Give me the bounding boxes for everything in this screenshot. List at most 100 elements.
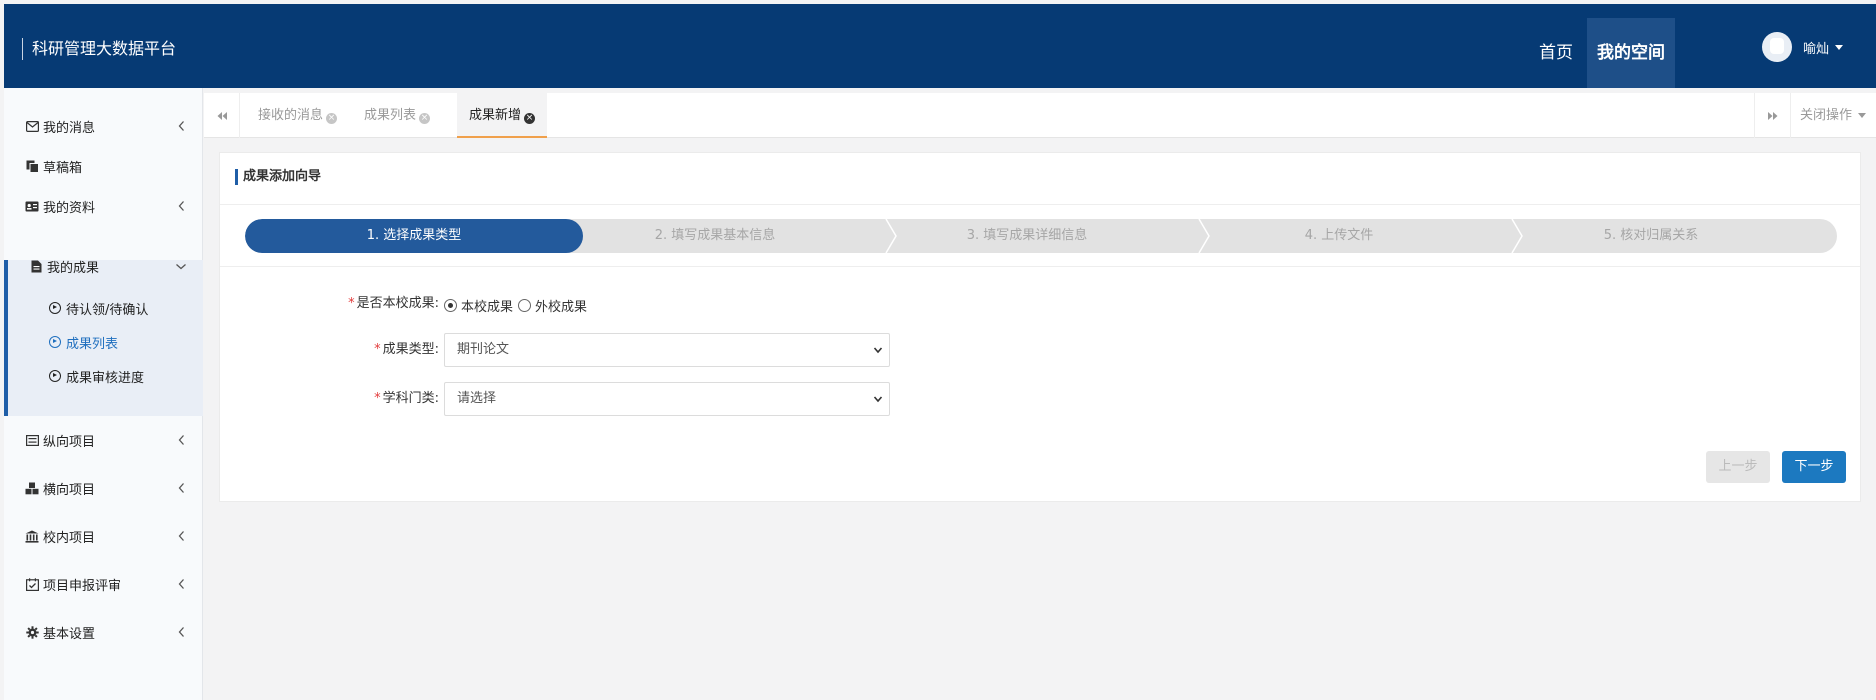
wizard-step-4: 4. 上传文件 — [1304, 228, 1374, 243]
required-mark: * — [374, 342, 381, 357]
wizard-step-5: 5. 核对归属关系 — [1603, 228, 1699, 243]
close-icon[interactable]: × — [326, 113, 338, 124]
close-operations-label: 关闭操作 — [1800, 108, 1853, 123]
subject-category-row: * 学科门类: 请选择 — [220, 382, 1860, 416]
prev-step-button[interactable]: 上一步 — [1706, 451, 1770, 483]
sidebar-sub-item-label: 待认领/待确认 — [66, 302, 149, 318]
sidebar-item-achievements[interactable]: 我的成果 — [4, 254, 203, 278]
backward-icon — [217, 111, 227, 120]
wizard-step-2: 2. 填写成果基本信息 — [654, 228, 776, 243]
chevron-left-icon — [178, 201, 184, 211]
sidebar-item-label: 基本设置 — [43, 626, 96, 642]
close-icon[interactable]: × — [524, 113, 536, 124]
close-icon[interactable]: × — [419, 113, 431, 124]
top-header: 科研管理大数据平台 首页 我的空间 喻灿 — [4, 4, 1876, 88]
sidebar-item-label: 纵向项目 — [43, 434, 96, 450]
tab-received-messages[interactable]: 接收的消息 × — [246, 93, 349, 138]
sidebar-item-label: 校内项目 — [43, 530, 96, 546]
tabs-scroll-right-button[interactable] — [1754, 93, 1790, 138]
school-achievement-radios: 本校成果 外校成果 — [444, 296, 587, 315]
select-value: 请选择 — [457, 391, 497, 406]
nav-my-space[interactable]: 我的空间 — [1587, 18, 1675, 88]
sidebar-item-label: 项目申报评审 — [43, 578, 122, 594]
gear-icon — [25, 625, 39, 639]
chevron-down-icon — [1835, 44, 1844, 50]
sidebar-item-profile[interactable]: 我的资料 — [4, 194, 203, 218]
sidebar-item-label: 我的资料 — [43, 200, 96, 216]
label-text: 是否本校成果: — [356, 296, 439, 311]
tab-achievement-list[interactable]: 成果列表 × — [352, 93, 442, 138]
sidebar-item-horizontal-projects[interactable]: 横向项目 — [4, 476, 203, 500]
school-achievement-row: * 是否本校成果: 本校成果 外校成果 — [220, 287, 1860, 321]
app-frame: 科研管理大数据平台 首页 我的空间 喻灿 我的消息 草稿箱 我的资料 我的成果 … — [4, 4, 1876, 700]
step-separator — [885, 219, 897, 253]
sidebar-item-vertical-projects[interactable]: 纵向项目 — [4, 428, 203, 452]
chevron-down-icon — [1858, 113, 1867, 118]
file-icon — [29, 259, 43, 273]
sidebar-sub-item-label: 成果审核进度 — [66, 370, 145, 386]
sidebar-item-campus-projects[interactable]: 校内项目 — [4, 524, 203, 548]
nav-home[interactable]: 首页 — [1528, 18, 1584, 88]
forward-icon — [1767, 111, 1777, 120]
sidebar-group-achievements: 我的成果 待认领/待确认 成果列表 成果审核进度 — [4, 260, 203, 416]
subject-category-select[interactable]: 请选择 — [444, 382, 890, 416]
achievement-type-label: * 成果类型: — [374, 333, 439, 367]
tab-label: 成果列表 — [364, 108, 417, 123]
radio-label[interactable]: 外校成果 — [535, 296, 587, 315]
radio-label[interactable]: 本校成果 — [461, 296, 513, 315]
chevron-down-icon — [873, 396, 883, 403]
radio-own-school[interactable] — [444, 299, 457, 312]
label-text: 学科门类: — [382, 391, 439, 406]
select-value: 期刊论文 — [457, 342, 510, 357]
play-circle-icon — [49, 370, 61, 382]
id-card-icon — [25, 199, 39, 213]
user-name: 喻灿 — [1803, 41, 1830, 57]
copy-icon — [25, 159, 39, 173]
required-mark: * — [348, 296, 355, 311]
wizard-steps: 2. 填写成果基本信息 3. 填写成果详细信息 4. 上传文件 5. 核对归属关… — [245, 219, 1837, 253]
tabs-scroll-left-button[interactable] — [204, 93, 240, 138]
sidebar-item-label: 草稿箱 — [43, 160, 83, 176]
next-step-button[interactable]: 下一步 — [1782, 451, 1846, 483]
chevron-down-icon — [176, 264, 186, 270]
achievement-type-select[interactable]: 期刊论文 — [444, 333, 890, 367]
sidebar-sub-item-label: 成果列表 — [66, 336, 119, 352]
label-text: 成果类型: — [382, 342, 439, 357]
sidebar-item-label: 我的成果 — [47, 260, 100, 276]
chevron-left-icon — [178, 435, 184, 445]
chevron-left-icon — [178, 579, 184, 589]
top-nav: 首页 我的空间 — [1528, 18, 1675, 88]
school-achievement-label: * 是否本校成果: — [348, 287, 439, 321]
sidebar-item-settings[interactable]: 基本设置 — [4, 620, 203, 644]
chevron-left-icon — [178, 483, 184, 493]
user-menu[interactable]: 喻灿 — [1762, 31, 1844, 63]
bank-icon — [25, 529, 39, 543]
chevron-left-icon — [178, 531, 184, 541]
divider — [220, 204, 1860, 205]
tab-label: 接收的消息 — [258, 108, 324, 123]
tab-add-achievement[interactable]: 成果新增 × — [457, 93, 548, 138]
sidebar-item-messages[interactable]: 我的消息 — [4, 114, 203, 138]
sidebar-item-drafts[interactable]: 草稿箱 — [4, 154, 203, 178]
calendar-check-icon — [25, 577, 39, 591]
divider — [220, 266, 1860, 267]
radio-other-school[interactable] — [518, 299, 532, 312]
play-circle-icon — [49, 336, 61, 348]
tabs-bar: 接收的消息 × 成果列表 × 成果新增 × 关闭操作 — [204, 93, 1876, 138]
play-circle-icon — [49, 302, 61, 314]
sidebar-sub-item-pending[interactable]: 待认领/待确认 — [49, 297, 148, 319]
envelope-icon — [25, 119, 39, 133]
avatar — [1762, 32, 1792, 62]
sidebar-item-project-review[interactable]: 项目申报评审 — [4, 572, 203, 596]
tab-label: 成果新增 — [469, 108, 522, 123]
wizard-step-1: 1. 选择成果类型 — [245, 219, 583, 253]
close-operations-dropdown[interactable]: 关闭操作 — [1790, 93, 1876, 138]
sidebar-sub-item-review-progress[interactable]: 成果审核进度 — [49, 365, 144, 387]
list-icon — [25, 433, 39, 447]
step-separator — [1511, 219, 1523, 253]
chevron-left-icon — [178, 627, 184, 637]
sidebar-item-label: 我的消息 — [43, 120, 96, 136]
sidebar-sub-item-achievement-list[interactable]: 成果列表 — [49, 331, 118, 353]
sidebar: 我的消息 草稿箱 我的资料 我的成果 待认领/待确认 成果列表 成果审核进度 纵… — [4, 88, 203, 700]
wizard-card: 成果添加向导 2. 填写成果基本信息 3. 填写成果详细信息 4. 上传文件 5… — [219, 152, 1861, 502]
